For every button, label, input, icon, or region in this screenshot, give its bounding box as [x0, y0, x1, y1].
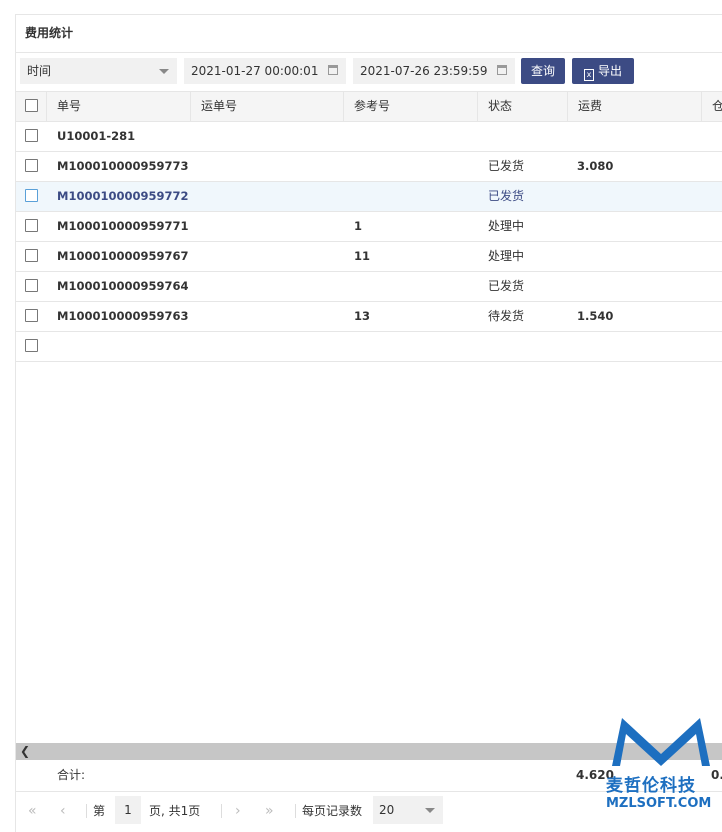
start-date-input[interactable]: 2021-01-27 00:00:01: [184, 58, 346, 84]
cell-order-no: M100010000959771: [57, 219, 189, 233]
excel-icon: x: [583, 69, 594, 81]
table-header: 单号 运单号 参考号 状态 运费 仓: [16, 91, 722, 122]
end-date-input[interactable]: 2021-07-26 23:59:59: [353, 58, 515, 84]
total-label: 合计:: [57, 768, 86, 782]
filter-toolbar: 时间 2021-01-27 00:00:01 2021-07-26 23:59:…: [20, 58, 722, 84]
page-size-select[interactable]: 20: [373, 796, 443, 824]
page-size-label: 每页记录数: [302, 804, 363, 818]
cell-reference-no: 11: [354, 249, 371, 263]
cell-status: 处理中: [488, 219, 525, 233]
row-checkbox[interactable]: [25, 309, 38, 322]
header-waybill-no[interactable]: 运单号: [191, 92, 344, 121]
cell-status: 已发货: [488, 159, 525, 173]
divider: [221, 804, 222, 818]
row-checkbox[interactable]: [25, 189, 38, 202]
watermark-en: MZLSOFT.COM: [606, 796, 712, 811]
start-date-value: 2021-01-27 00:00:01: [191, 64, 319, 78]
cell-order-no: U10001-281: [57, 129, 136, 143]
field-select[interactable]: 时间: [20, 58, 177, 84]
table-row[interactable]: M100010000959764 已发货: [16, 272, 722, 302]
table-row[interactable]: M100010000959767 11 处理中: [16, 242, 722, 272]
chevron-down-icon: [425, 808, 435, 813]
next-page-icon[interactable]: ›: [235, 792, 241, 830]
export-label: 导出: [597, 64, 622, 78]
panel-title: 费用统计: [16, 15, 722, 53]
header-warehouse[interactable]: 仓: [702, 92, 722, 121]
page-suffix: 页, 共1页: [149, 804, 201, 818]
end-date-value: 2021-07-26 23:59:59: [360, 64, 488, 78]
table-row[interactable]: M100010000959771 1 处理中: [16, 212, 722, 242]
cell-reference-no: 13: [354, 309, 371, 323]
table-row[interactable]: [16, 332, 722, 362]
cell-freight: 3.080: [577, 159, 614, 173]
cell-status: 处理中: [488, 249, 525, 263]
cell-freight: 1.540: [577, 309, 614, 323]
cell-reference-no: 1: [354, 219, 363, 233]
query-button[interactable]: 查询: [521, 58, 565, 84]
header-select-all[interactable]: [16, 92, 47, 121]
export-button[interactable]: x 导出: [572, 58, 634, 84]
first-page-icon[interactable]: «: [28, 792, 37, 830]
prev-page-icon[interactable]: ‹: [60, 792, 66, 830]
cell-order-no: M100010000959764: [57, 279, 189, 293]
page-prefix: 第: [93, 804, 106, 818]
row-checkbox[interactable]: [25, 129, 38, 142]
divider: [86, 804, 87, 818]
row-checkbox[interactable]: [25, 279, 38, 292]
calendar-icon[interactable]: [328, 65, 338, 75]
cell-status: 待发货: [488, 309, 525, 323]
cell-order-no: M100010000959767: [57, 249, 189, 263]
row-checkbox[interactable]: [25, 249, 38, 262]
table-row[interactable]: M100010000959763 13 待发货 1.540: [16, 302, 722, 332]
watermark-cn: 麦哲伦科技: [606, 776, 696, 796]
fee-statistics-panel: 费用统计 时间 2021-01-27 00:00:01 2021-07-26 2…: [15, 14, 722, 832]
data-grid: 单号 运单号 参考号 状态 运费 仓 U10001-281 M1000100009…: [16, 91, 722, 362]
cell-order-no: M100010000959763: [57, 309, 189, 323]
cell-order-no: M100010000959772: [57, 189, 189, 203]
header-reference-no[interactable]: 参考号: [344, 92, 478, 121]
row-checkbox[interactable]: [25, 219, 38, 232]
table-row[interactable]: M100010000959772 已发货: [16, 182, 722, 212]
divider: [295, 804, 296, 818]
page-number-input[interactable]: 1: [115, 796, 141, 824]
cell-status: 已发货: [488, 279, 525, 293]
page-size-value: 20: [379, 803, 395, 817]
row-checkbox[interactable]: [25, 339, 38, 352]
chevron-down-icon: [159, 69, 169, 74]
cell-order-no: M100010000959773: [57, 159, 189, 173]
header-status[interactable]: 状态: [478, 92, 568, 121]
header-order-no[interactable]: 单号: [47, 92, 191, 121]
header-freight[interactable]: 运费: [568, 92, 702, 121]
select-all-checkbox[interactable]: [25, 99, 38, 112]
table-row[interactable]: M100010000959773 已发货 3.080: [16, 152, 722, 182]
calendar-icon[interactable]: [497, 65, 507, 75]
cell-status: 已发货: [488, 189, 525, 203]
row-checkbox[interactable]: [25, 159, 38, 172]
scroll-left-icon[interactable]: ❮: [20, 744, 30, 758]
table-row[interactable]: U10001-281: [16, 122, 722, 152]
field-select-value: 时间: [27, 64, 52, 78]
last-page-icon[interactable]: »: [265, 792, 274, 830]
